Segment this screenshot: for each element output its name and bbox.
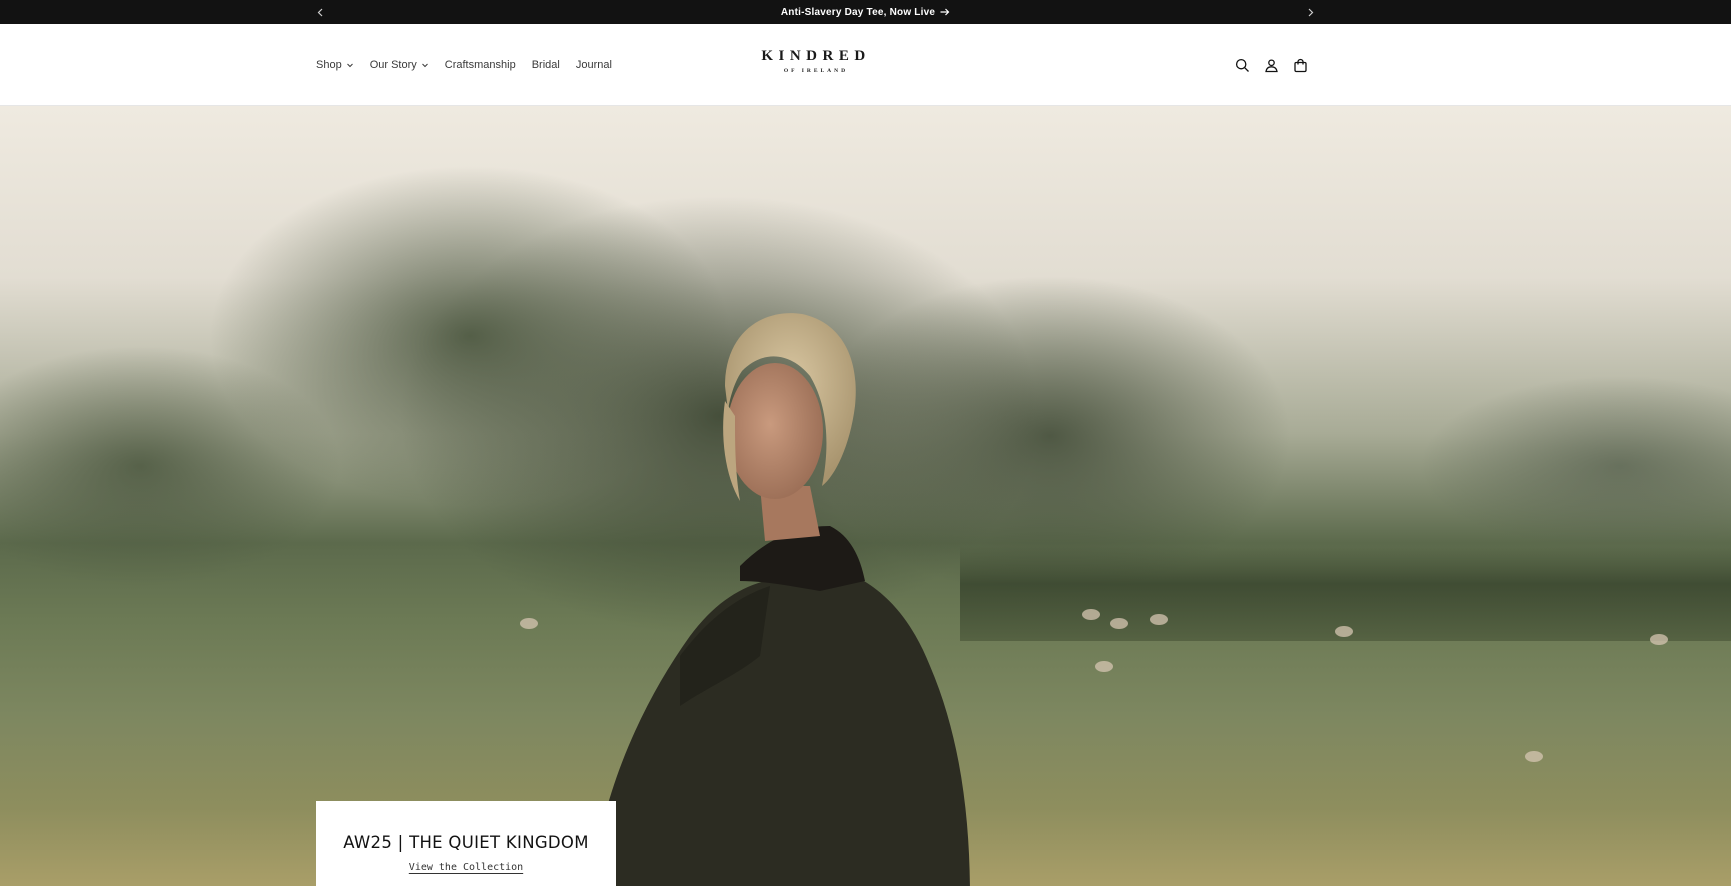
main-nav: Shop Our Story Craftsmanship Bridal Jour… [316,24,612,106]
hero-sheep [1110,618,1128,629]
logo-wordmark: KINDRED [761,48,871,64]
hero-sheep [1082,609,1100,620]
chevron-down-icon [421,63,428,68]
announcement-message-container: Anti-Slavery Day Tee, Now Live [0,0,1731,24]
nav-item-craftsmanship[interactable]: Craftsmanship [445,59,516,71]
search-icon [1235,58,1249,72]
chevron-right-icon [1308,8,1314,16]
header-icons [1233,24,1310,106]
site-logo[interactable]: KINDRED OF IRELAND [715,48,917,74]
hero-model-image [591,313,970,886]
hero-sheep [1335,626,1353,637]
announcement-next-button[interactable] [1299,0,1323,24]
account-button[interactable] [1262,56,1281,75]
nav-item-our-story[interactable]: Our Story [370,59,429,71]
nav-item-label: Journal [575,59,612,71]
nav-item-shop[interactable]: Shop [316,59,354,71]
announcement-link[interactable]: Anti-Slavery Day Tee, Now Live [781,7,950,18]
search-button[interactable] [1233,56,1252,75]
nav-item-bridal[interactable]: Bridal [532,59,560,71]
nav-item-journal[interactable]: Journal [576,59,612,71]
cart-icon [1294,58,1307,72]
arrow-right-icon [940,8,950,16]
nav-item-label: Our Story [369,59,417,71]
nav-item-label: Shop [316,59,342,71]
account-icon [1265,58,1278,72]
chevron-down-icon [346,63,353,68]
announcement-text: Anti-Slavery Day Tee, Now Live [780,6,936,18]
view-collection-link[interactable]: View the Collection [409,862,523,873]
nav-item-label: Craftsmanship [444,59,516,71]
logo-tagline: OF IRELAND [783,68,849,74]
hero-caption-card: AW25 | THE QUIET KINGDOM View the Collec… [316,801,616,886]
hero-banner: AW25 | THE QUIET KINGDOM View the Collec… [0,106,1731,886]
hero-sheep [1650,634,1668,645]
site-header: Shop Our Story Craftsmanship Bridal Jour… [0,24,1731,106]
hero-sheep [1150,614,1168,625]
cart-button[interactable] [1291,56,1310,75]
announcement-bar: Anti-Slavery Day Tee, Now Live [0,0,1731,24]
nav-item-label: Bridal [531,59,560,71]
hero-sheep [1525,751,1543,762]
hero-title: AW25 | THE QUIET KINGDOM [343,832,589,852]
hero-sheep [1095,661,1113,672]
